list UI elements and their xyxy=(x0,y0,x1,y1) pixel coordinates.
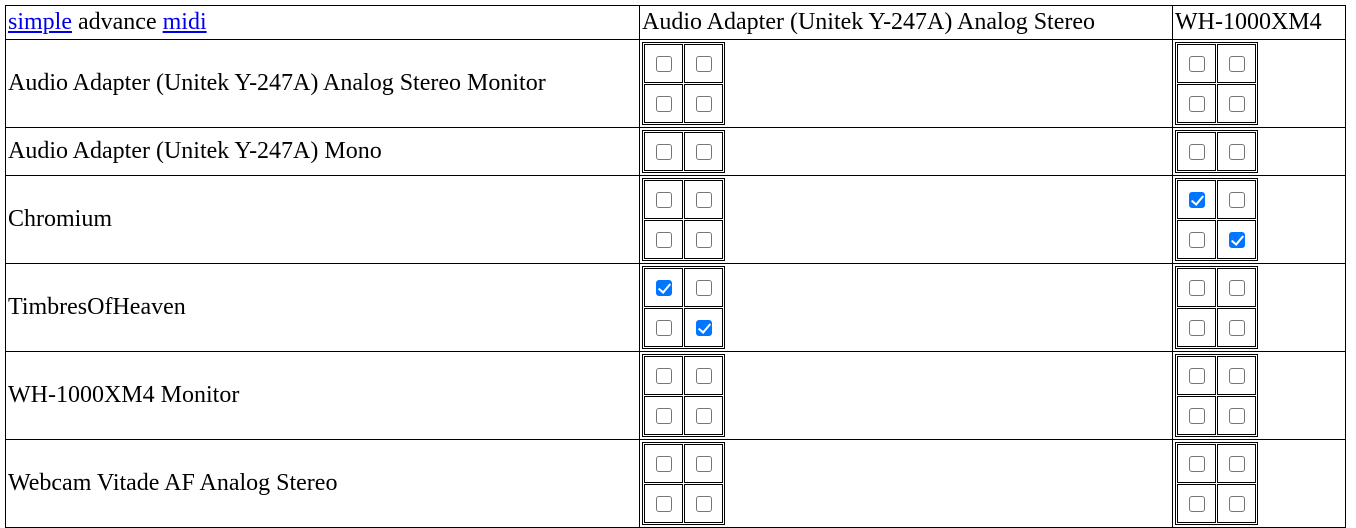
port-checkbox[interactable] xyxy=(1228,456,1245,473)
port-checkbox[interactable] xyxy=(1228,232,1245,249)
port-checkbox[interactable] xyxy=(655,496,672,513)
matrix-row: Chromium xyxy=(6,176,1346,264)
port-grid-cell xyxy=(1173,40,1346,128)
port-checkbox[interactable] xyxy=(1188,280,1205,297)
port-checkbox[interactable] xyxy=(655,96,672,113)
port-checkbox[interactable] xyxy=(1228,56,1245,73)
port-grid xyxy=(1175,130,1258,173)
port-checkbox[interactable] xyxy=(1228,280,1245,297)
port-grid xyxy=(1175,442,1258,525)
port-checkbox[interactable] xyxy=(655,56,672,73)
advance-label: advance xyxy=(78,9,157,35)
port-checkbox[interactable] xyxy=(1188,456,1205,473)
port-checkbox[interactable] xyxy=(1188,408,1205,425)
port-grid-cell xyxy=(640,352,1173,440)
port-checkbox[interactable] xyxy=(695,320,712,337)
port-checkbox[interactable] xyxy=(1188,232,1205,249)
port-grid-cell xyxy=(640,128,1173,176)
column-header-audio-adapter-stereo: Audio Adapter (Unitek Y-247A) Analog Ste… xyxy=(640,6,1173,40)
port-checkbox[interactable] xyxy=(1228,320,1245,337)
row-label: Webcam Vitade AF Analog Stereo xyxy=(6,440,640,528)
column-header-wh-1000xm4: WH-1000XM4 xyxy=(1173,6,1346,40)
port-grid xyxy=(642,42,725,125)
mode-links-cell: simple advance midi xyxy=(6,6,640,40)
port-checkbox[interactable] xyxy=(1228,96,1245,113)
row-label: WH-1000XM4 Monitor xyxy=(6,352,640,440)
matrix-row: TimbresOfHeaven xyxy=(6,264,1346,352)
port-checkbox[interactable] xyxy=(695,232,712,249)
port-checkbox[interactable] xyxy=(695,496,712,513)
port-grid xyxy=(642,178,725,261)
port-checkbox[interactable] xyxy=(655,144,672,161)
port-checkbox[interactable] xyxy=(1228,144,1245,161)
port-grid xyxy=(642,130,725,173)
port-checkbox[interactable] xyxy=(1188,192,1205,209)
port-checkbox[interactable] xyxy=(1188,496,1205,513)
port-checkbox[interactable] xyxy=(695,280,712,297)
port-checkbox[interactable] xyxy=(1228,408,1245,425)
row-label: Audio Adapter (Unitek Y-247A) Analog Ste… xyxy=(6,40,640,128)
port-grid-cell xyxy=(1173,440,1346,528)
port-grid-cell xyxy=(640,176,1173,264)
port-grid-cell xyxy=(640,40,1173,128)
port-checkbox[interactable] xyxy=(1228,496,1245,513)
port-grid-cell xyxy=(1173,128,1346,176)
port-checkbox[interactable] xyxy=(655,368,672,385)
port-checkbox[interactable] xyxy=(1188,368,1205,385)
port-checkbox[interactable] xyxy=(1188,56,1205,73)
port-grid xyxy=(1175,42,1258,125)
port-grid xyxy=(642,354,725,437)
row-label: Chromium xyxy=(6,176,640,264)
port-checkbox[interactable] xyxy=(1188,96,1205,113)
port-checkbox[interactable] xyxy=(695,192,712,209)
port-checkbox[interactable] xyxy=(1188,144,1205,161)
port-checkbox[interactable] xyxy=(695,96,712,113)
midi-link[interactable]: midi xyxy=(163,9,207,35)
row-label: TimbresOfHeaven xyxy=(6,264,640,352)
port-grid-cell xyxy=(1173,176,1346,264)
routing-matrix: simple advance midi Audio Adapter (Unite… xyxy=(5,5,1346,528)
port-grid-cell xyxy=(640,264,1173,352)
port-checkbox[interactable] xyxy=(695,144,712,161)
port-grid-cell xyxy=(640,440,1173,528)
port-checkbox[interactable] xyxy=(655,280,672,297)
matrix-row: Audio Adapter (Unitek Y-247A) Analog Ste… xyxy=(6,40,1346,128)
matrix-row: Webcam Vitade AF Analog Stereo xyxy=(6,440,1346,528)
matrix-row: WH-1000XM4 Monitor xyxy=(6,352,1346,440)
port-grid xyxy=(1175,178,1258,261)
port-checkbox[interactable] xyxy=(1228,368,1245,385)
row-label: Audio Adapter (Unitek Y-247A) Mono xyxy=(6,128,640,176)
port-grid xyxy=(1175,354,1258,437)
port-checkbox[interactable] xyxy=(1228,192,1245,209)
port-checkbox[interactable] xyxy=(655,408,672,425)
port-checkbox[interactable] xyxy=(1188,320,1205,337)
port-checkbox[interactable] xyxy=(655,232,672,249)
port-checkbox[interactable] xyxy=(695,408,712,425)
port-checkbox[interactable] xyxy=(655,320,672,337)
port-checkbox[interactable] xyxy=(695,368,712,385)
port-checkbox[interactable] xyxy=(695,56,712,73)
port-grid xyxy=(1175,266,1258,349)
port-grid xyxy=(642,266,725,349)
port-checkbox[interactable] xyxy=(655,456,672,473)
port-checkbox[interactable] xyxy=(695,456,712,473)
port-grid-cell xyxy=(1173,352,1346,440)
header-row: simple advance midi Audio Adapter (Unite… xyxy=(6,6,1346,40)
port-grid xyxy=(642,442,725,525)
matrix-row: Audio Adapter (Unitek Y-247A) Mono xyxy=(6,128,1346,176)
simple-link[interactable]: simple xyxy=(8,9,72,35)
port-grid-cell xyxy=(1173,264,1346,352)
port-checkbox[interactable] xyxy=(655,192,672,209)
